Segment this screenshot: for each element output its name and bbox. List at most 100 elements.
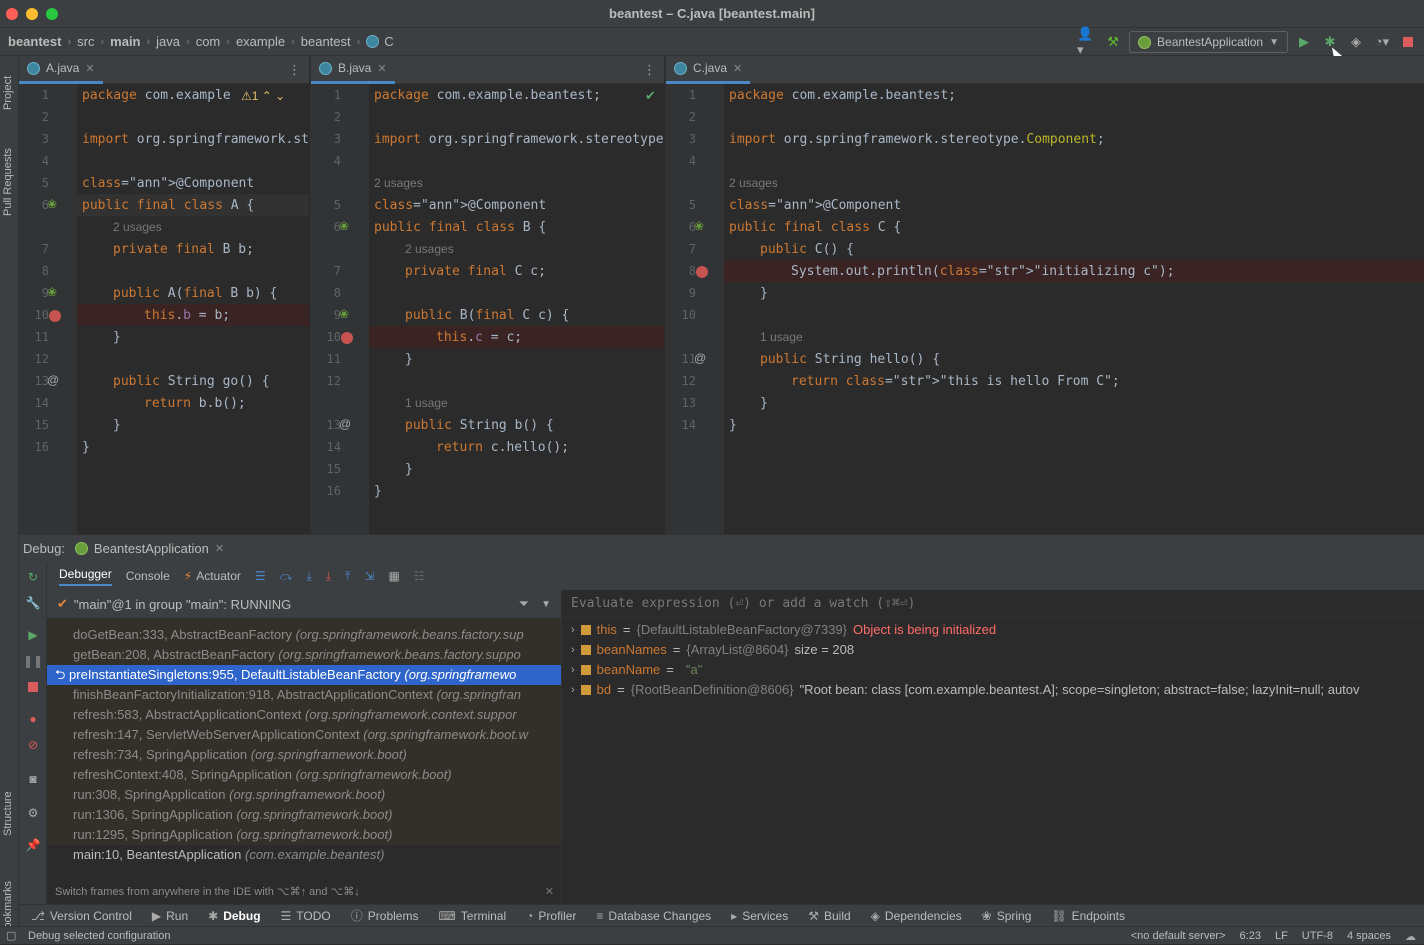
profile-icon[interactable]: ◔▾: [1372, 32, 1392, 52]
close-icon[interactable]: ✕: [545, 882, 554, 902]
tool-window-profiler[interactable]: ◔ Profiler: [526, 909, 576, 923]
user-icon[interactable]: 👤▾: [1077, 26, 1097, 57]
coverage-icon[interactable]: ◈: [1346, 32, 1366, 52]
settings-gear-icon[interactable]: ⚙: [26, 806, 40, 820]
spring-bean-icon[interactable]: ❀: [339, 219, 349, 233]
stop-icon[interactable]: [1398, 32, 1418, 52]
spring-bean-icon[interactable]: ❀: [694, 219, 704, 233]
line-separator[interactable]: LF: [1275, 930, 1288, 942]
tab-console[interactable]: Console: [126, 569, 170, 583]
server-status[interactable]: <no default server>: [1131, 930, 1226, 942]
close-icon[interactable]: ✕: [733, 62, 742, 75]
stack-frame[interactable]: doGetBean:333, AbstractBeanFactory (org.…: [47, 625, 561, 645]
tool-window-todo[interactable]: ☰ TODO: [281, 909, 331, 923]
force-step-into-icon[interactable]: ⤓: [326, 569, 331, 584]
view-breakpoints-icon[interactable]: ●: [26, 712, 40, 726]
expand-chevron-icon[interactable]: ›: [571, 680, 575, 700]
variable-row[interactable]: › beanNames = {ArrayList@8604} size = 208: [563, 640, 1424, 660]
structure-tool-button[interactable]: Structure: [2, 791, 14, 836]
endpoint-icon[interactable]: @: [47, 373, 59, 387]
tool-window-database-changes[interactable]: ≡ Database Changes: [596, 909, 711, 923]
chevron-down-icon[interactable]: ▼: [541, 599, 551, 610]
more-icon[interactable]: ⋮: [288, 62, 301, 78]
tool-window-version-control[interactable]: ⎇ Version Control: [31, 909, 132, 923]
tool-window-build[interactable]: ⚒ Build: [808, 909, 850, 923]
pause-icon[interactable]: ❚❚: [23, 654, 43, 668]
close-icon[interactable]: ✕: [377, 62, 386, 75]
variable-row[interactable]: › bd = {RootBeanDefinition@8606} "Root bean:…: [563, 680, 1424, 700]
more-icon[interactable]: ⋮: [643, 62, 656, 78]
endpoint-icon[interactable]: @: [694, 351, 706, 365]
close-icon[interactable]: ✕: [215, 542, 224, 555]
debug-session-tab[interactable]: BeantestApplication ✕: [74, 541, 224, 556]
variable-row[interactable]: › this = {DefaultListableBeanFactory@7339} O…: [563, 620, 1424, 640]
pull-requests-tool-button[interactable]: Pull Requests: [2, 148, 14, 216]
stack-frame[interactable]: run:1295, SpringApplication (org.springf…: [47, 825, 561, 845]
rerun-icon[interactable]: ↻: [26, 570, 40, 584]
filter-icon[interactable]: ⏷: [519, 596, 529, 612]
breadcrumb-item[interactable]: main ›: [110, 34, 156, 49]
tool-window-debug[interactable]: ✱ Debug: [208, 909, 260, 923]
mute-breakpoints-icon[interactable]: ⊘: [26, 738, 40, 752]
breadcrumb-item[interactable]: src ›: [77, 34, 110, 49]
stop-icon[interactable]: [26, 680, 40, 694]
spring-bean-icon[interactable]: ❀: [47, 285, 57, 299]
caret-position[interactable]: 6:23: [1240, 930, 1261, 942]
breakpoint-icon[interactable]: [696, 266, 708, 278]
breadcrumb-item[interactable]: example ›: [236, 34, 301, 49]
spring-bean-icon[interactable]: ❀: [339, 307, 349, 321]
evaluate-expression-input[interactable]: Evaluate expression (⏎) or add a watch (…: [563, 590, 1424, 618]
stack-frame[interactable]: getBean:208, AbstractBeanFactory (org.sp…: [47, 645, 561, 665]
project-tool-button[interactable]: Project: [2, 76, 14, 110]
stack-frame[interactable]: finishBeanFactoryInitialization:918, Abs…: [47, 685, 561, 705]
trace-icon[interactable]: ☷: [414, 569, 425, 583]
tool-window-dependencies[interactable]: ◈ Dependencies: [871, 909, 962, 923]
step-into-icon[interactable]: ⤓: [306, 569, 311, 584]
breadcrumb-item[interactable]: beantest ›: [301, 34, 367, 49]
layout-icon[interactable]: ▢: [6, 929, 16, 942]
run-icon[interactable]: ▶: [1294, 32, 1314, 52]
breakpoint-icon[interactable]: [49, 310, 61, 322]
breadcrumb-item[interactable]: C: [366, 34, 394, 49]
tab-debugger[interactable]: Debugger: [59, 567, 112, 586]
endpoint-icon[interactable]: @: [339, 417, 351, 431]
run-configuration-select[interactable]: BeantestApplication ▼: [1129, 31, 1288, 53]
close-icon[interactable]: ✕: [85, 62, 94, 75]
evaluate-expression-icon[interactable]: ▦: [388, 569, 399, 583]
close-window-button[interactable]: [6, 8, 18, 20]
expand-chevron-icon[interactable]: ›: [571, 620, 575, 640]
zoom-window-button[interactable]: [46, 8, 58, 20]
breadcrumb-item[interactable]: beantest ›: [8, 34, 77, 49]
tab-c-java[interactable]: C.java ✕: [666, 56, 751, 84]
camera-icon[interactable]: ◙: [26, 772, 40, 786]
spring-bean-icon[interactable]: ❀: [47, 197, 57, 211]
resume-icon[interactable]: ▶: [26, 628, 40, 642]
stack-frame[interactable]: refresh:583, AbstractApplicationContext …: [47, 705, 561, 725]
variable-row[interactable]: › beanName = "a": [563, 660, 1424, 680]
tool-window-spring[interactable]: ❀ Spring: [982, 909, 1032, 923]
tab-b-java[interactable]: B.java ✕: [311, 56, 395, 84]
stack-frame[interactable]: refresh:147, ServletWebServerApplication…: [47, 725, 561, 745]
breakpoint-icon[interactable]: [341, 332, 353, 344]
stack-frame[interactable]: refreshContext:408, SpringApplication (o…: [47, 765, 561, 785]
indent-setting[interactable]: 4 spaces: [1347, 930, 1391, 942]
step-over-icon[interactable]: ⤼: [280, 569, 293, 584]
breadcrumb-item[interactable]: java ›: [156, 34, 196, 49]
tool-window-terminal[interactable]: ⌨ Terminal: [438, 909, 506, 923]
step-out-icon[interactable]: ⤒: [345, 569, 350, 584]
file-encoding[interactable]: UTF-8: [1302, 930, 1333, 942]
tab-actuator[interactable]: ⚡ Actuator: [184, 569, 241, 583]
expand-chevron-icon[interactable]: ›: [571, 660, 575, 680]
run-to-cursor-icon[interactable]: ⇲: [364, 569, 374, 583]
show-execution-point-icon[interactable]: ☰: [255, 569, 266, 583]
build-hammer-icon[interactable]: ⚒: [1103, 32, 1123, 52]
wrench-icon[interactable]: 🔧: [26, 596, 41, 610]
stack-frame[interactable]: refresh:734, SpringApplication (org.spri…: [47, 745, 561, 765]
minimize-window-button[interactable]: [26, 8, 38, 20]
stack-frame[interactable]: main:10, BeantestApplication (com.exampl…: [47, 845, 561, 865]
tool-window-problems[interactable]: ⓘ Problems: [351, 907, 419, 924]
stack-frame[interactable]: ⮌ preInstantiateSingletons:955, DefaultL…: [47, 665, 561, 685]
tool-window-run[interactable]: ▶ Run: [152, 909, 188, 923]
notifications-icon[interactable]: ☁: [1405, 930, 1416, 943]
stack-frame[interactable]: run:1306, SpringApplication (org.springf…: [47, 805, 561, 825]
